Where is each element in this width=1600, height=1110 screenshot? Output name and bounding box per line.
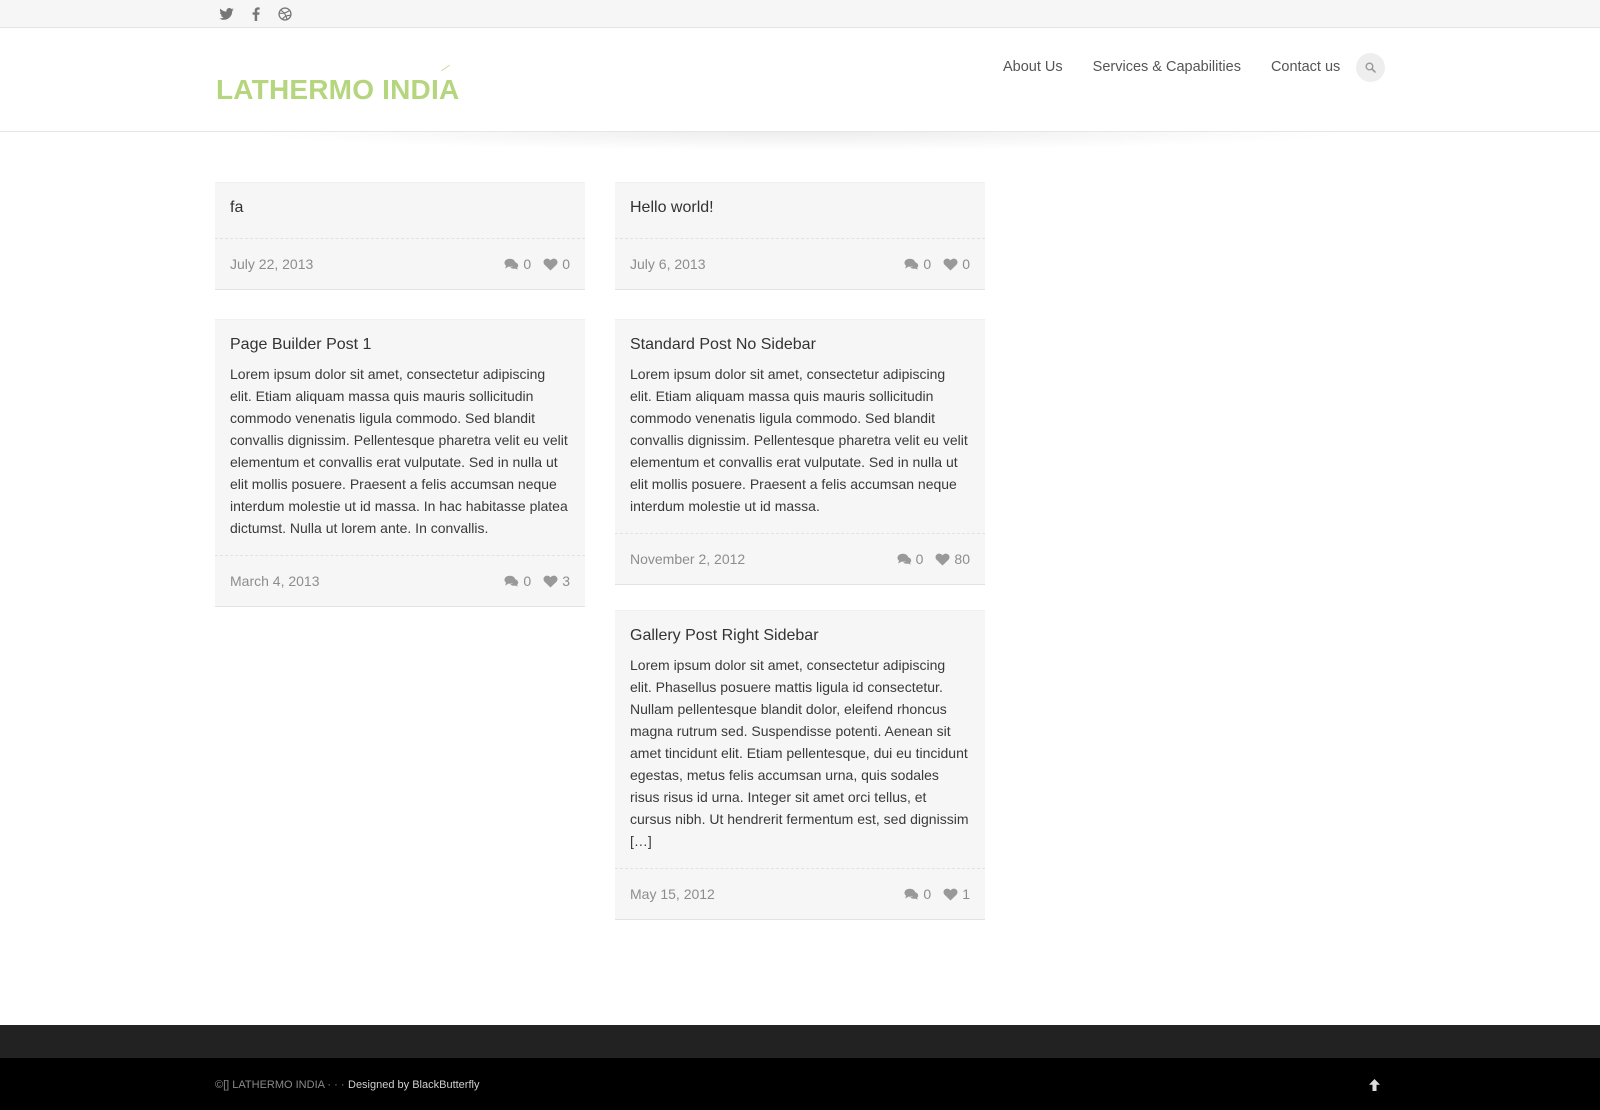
likes-count[interactable]: 80 [935,551,970,567]
heart-icon [943,258,958,271]
site-footer: ©[] LATHERMO INDIA · · · Designed by Bla… [0,1058,1600,1110]
post-stats: 0 0 [904,256,970,272]
post-excerpt: Lorem ipsum dolor sit amet, consectetur … [630,657,969,849]
back-to-top-button[interactable] [1367,1078,1381,1092]
post-date: March 4, 2013 [230,573,320,589]
footer-widget-area [0,1025,1600,1058]
post-card: Hello world! July 6, 2013 0 0 [615,182,985,290]
designed-by: Designed by BlackButterfly [348,1079,479,1091]
post-stats: 0 1 [904,886,970,902]
likes-count[interactable]: 0 [543,256,570,272]
post-card: Gallery Post Right Sidebar Lorem ipsum d… [615,610,985,920]
heart-icon [943,888,958,901]
post-stats: 0 3 [504,573,570,589]
post-meta: March 4, 2013 0 3 [215,555,585,606]
comments-count[interactable]: 0 [504,573,531,589]
post-card: Standard Post No Sidebar Lorem ipsum dol… [615,319,985,585]
post-title[interactable]: Gallery Post Right Sidebar [615,611,985,646]
comments-count[interactable]: 0 [897,551,923,567]
post-date: May 15, 2012 [630,886,715,902]
comments-count[interactable]: 0 [904,886,931,902]
site-logo[interactable]: LATHERMO INDIA [216,74,459,106]
heart-icon [935,553,950,566]
post-date: July 22, 2013 [230,256,314,272]
post-date: July 6, 2013 [630,256,706,272]
post-stats: 0 80 [897,551,970,567]
post-title[interactable]: Hello world! [615,183,985,218]
likes-count[interactable]: 1 [943,886,970,902]
facebook-icon[interactable] [246,5,265,23]
post-title[interactable]: fa [215,183,585,218]
header-shadow [0,132,1600,158]
post-excerpt: Lorem ipsum dolor sit amet, consectetur … [230,366,568,536]
comments-count[interactable]: 0 [904,256,931,272]
post-card: fa July 22, 2013 0 0 [215,182,585,290]
comments-icon [504,258,519,270]
post-card: Page Builder Post 1 Lorem ipsum dolor si… [215,319,585,607]
copyright-text: ©[] LATHERMO INDIA · · · [215,1079,345,1091]
nav-services-capabilities[interactable]: Services & Capabilities [1093,59,1241,75]
post-meta: May 15, 2012 0 1 [615,868,985,919]
post-meta: July 6, 2013 0 0 [615,238,985,289]
designed-by-prefix: Designed by [348,1079,413,1091]
post-meta: November 2, 2012 0 80 [615,533,985,584]
top-bar [0,0,1600,28]
search-button[interactable] [1356,53,1385,82]
nav-about-us[interactable]: About Us [1003,59,1063,75]
arrow-up-icon [1368,1079,1380,1091]
designer-link[interactable]: BlackButterfly [412,1079,479,1091]
heart-icon [543,258,558,271]
nav-contact-us[interactable]: Contact us [1271,59,1340,75]
likes-count[interactable]: 3 [543,573,570,589]
twitter-icon[interactable] [217,5,236,23]
post-date: November 2, 2012 [630,551,746,567]
main-nav: About Us Services & Capabilities Contact… [1003,59,1340,75]
comments-icon [904,888,919,900]
post-title[interactable]: Standard Post No Sidebar [615,320,985,355]
dribbble-icon[interactable] [275,5,294,23]
search-icon [1365,62,1376,73]
likes-count[interactable]: 0 [943,256,970,272]
comments-count[interactable]: 0 [504,256,531,272]
comments-icon [504,575,519,587]
social-links [217,5,294,23]
heart-icon [543,575,558,588]
post-title[interactable]: Page Builder Post 1 [215,320,585,355]
post-meta: July 22, 2013 0 0 [215,238,585,289]
comments-icon [904,258,919,270]
comments-icon [897,553,911,565]
post-excerpt: Lorem ipsum dolor sit amet, consectetur … [630,366,968,514]
post-stats: 0 0 [504,256,570,272]
